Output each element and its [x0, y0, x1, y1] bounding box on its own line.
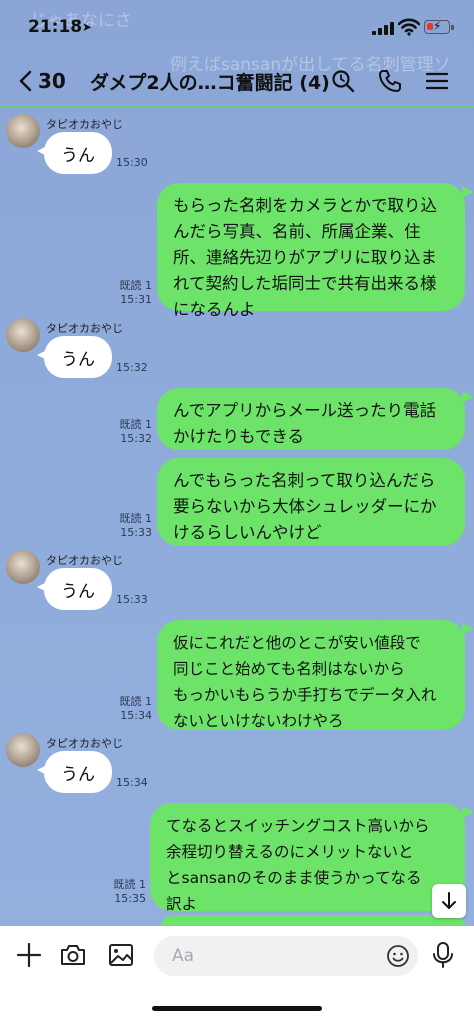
sender-name: タピオカおやじ: [46, 737, 123, 750]
status-time: 21:18: [28, 17, 83, 37]
message-line: れて契約した垢同士で共有出来る様: [173, 274, 437, 293]
menu-button[interactable]: [422, 66, 452, 96]
message-line: もっかいもらうか手打ちでデータ入れ: [173, 686, 437, 704]
message-time: 15:32: [116, 361, 148, 374]
read-receipt: 既読 1: [119, 279, 153, 292]
read-receipt: 既読 1: [119, 418, 153, 431]
sender-name: タピオカおやじ: [46, 118, 123, 131]
incoming-message[interactable]: うん: [44, 568, 112, 610]
arrow-down-icon: [442, 892, 456, 909]
emoji-icon[interactable]: [386, 944, 410, 968]
message-line: 仮にこれだと他のとこが安い値段で: [173, 634, 421, 652]
hamburger-menu-icon: [426, 72, 448, 90]
message-input[interactable]: Aa: [154, 936, 418, 976]
message-line: かけたりもできる: [173, 427, 305, 446]
message-time: 15:34: [116, 776, 148, 789]
outgoing-message[interactable]: 仮にこれだと他のとこが安い値段で 同じこと始めても名刺はないから もっかいもらう…: [157, 620, 465, 730]
camera-button[interactable]: [56, 938, 90, 972]
input-placeholder: Aa: [172, 946, 195, 966]
message-time: 15:35: [114, 892, 146, 905]
read-receipt: 既読 1: [119, 512, 153, 525]
photo-button[interactable]: [104, 938, 138, 972]
message-line: 要らないから大体シュレッダーにか: [173, 497, 437, 516]
message-line: になるんよ: [173, 300, 256, 319]
call-button[interactable]: [375, 66, 405, 96]
message-line: 所、連絡先辺りがアプリに取り込ま: [173, 248, 437, 267]
battery-nub: [451, 25, 454, 30]
read-receipt: 既読 1: [113, 878, 147, 891]
message-line: んでもらった名刺って取り込んだら: [173, 471, 436, 490]
microphone-icon: [433, 942, 453, 968]
outgoing-message[interactable]: もらった名刺をカメラとかで取り込 んだら写真、名前、所属企業、住 所、連絡先辺り…: [157, 183, 465, 319]
message-line: ないといけないわけやろ: [173, 712, 344, 730]
message-time: 15:31: [120, 293, 152, 306]
home-indicator: [152, 1006, 322, 1011]
status-bar: 21:18 ➤ ⚡: [0, 0, 474, 56]
unread-count: 30: [38, 69, 66, 93]
message-time: 15:32: [120, 432, 152, 445]
charging-bolt-icon: ⚡: [433, 19, 442, 33]
message-line: んでアプリからメール送ったり電話: [173, 401, 437, 420]
wifi-icon: [398, 18, 420, 36]
message-line: んだら写真、名前、所属企業、住: [173, 222, 421, 241]
camera-icon: [61, 945, 85, 965]
back-button[interactable]: 30: [18, 66, 66, 96]
search-button[interactable]: [328, 66, 358, 96]
phone-icon: [379, 70, 401, 92]
sender-name: タピオカおやじ: [46, 554, 123, 567]
scroll-to-bottom-button[interactable]: [432, 884, 466, 918]
bubble-tail: [462, 391, 474, 403]
image-icon: [109, 944, 133, 966]
avatar[interactable]: [6, 318, 40, 352]
header-divider: [0, 105, 474, 107]
outgoing-message[interactable]: てなるとスイッチングコスト高いから 余程切り替えるのにメリットないと とsans…: [150, 803, 465, 913]
message-time: 15:33: [120, 526, 152, 539]
outgoing-message[interactable]: んでアプリからメール送ったり電話 かけたりもできる: [157, 388, 465, 450]
cellular-signal-icon: [372, 21, 394, 35]
avatar[interactable]: [6, 550, 40, 584]
incoming-message[interactable]: うん: [44, 751, 112, 793]
message-line: 訳よ: [166, 895, 198, 913]
add-button[interactable]: [12, 938, 46, 972]
message-line: もらった名刺をカメラとかで取り込: [173, 196, 437, 215]
bubble-tail: [462, 186, 474, 198]
location-arrow-icon: ➤: [82, 20, 93, 34]
message-line: 余程切り替えるのにメリットないと: [166, 843, 414, 861]
avatar[interactable]: [6, 114, 40, 148]
plus-icon: [16, 942, 42, 968]
message-line: けるらしいんやけど: [173, 523, 322, 542]
message-time: 15:34: [120, 709, 152, 722]
incoming-message[interactable]: うん: [44, 336, 112, 378]
message-time: 15:33: [116, 593, 148, 606]
read-receipt: 既読 1: [119, 695, 153, 708]
bubble-tail: [462, 806, 474, 818]
message-line: とsansanのそのまま使うかってなる: [166, 869, 422, 887]
chat-header: 30 ダメプ2人の…コ奮闘記 (4): [0, 56, 474, 106]
message-line: 同じこと始めても名刺はないから: [173, 660, 405, 678]
sender-name: タピオカおやじ: [46, 322, 123, 335]
search-icon: [332, 70, 355, 93]
chat-title[interactable]: ダメプ2人の…コ奮闘記 (4): [90, 68, 330, 95]
outgoing-message[interactable]: んでもらった名刺って取り込んだら 要らないから大体シュレッダーにか けるらしいん…: [157, 458, 465, 546]
bubble-tail: [462, 623, 474, 635]
voice-button[interactable]: [426, 938, 460, 972]
avatar[interactable]: [6, 733, 40, 767]
message-line: てなるとスイッチングコスト高いから: [166, 817, 430, 835]
incoming-message[interactable]: うん: [44, 132, 112, 174]
chevron-left-icon: [19, 70, 32, 92]
message-time: 15:30: [116, 156, 148, 169]
